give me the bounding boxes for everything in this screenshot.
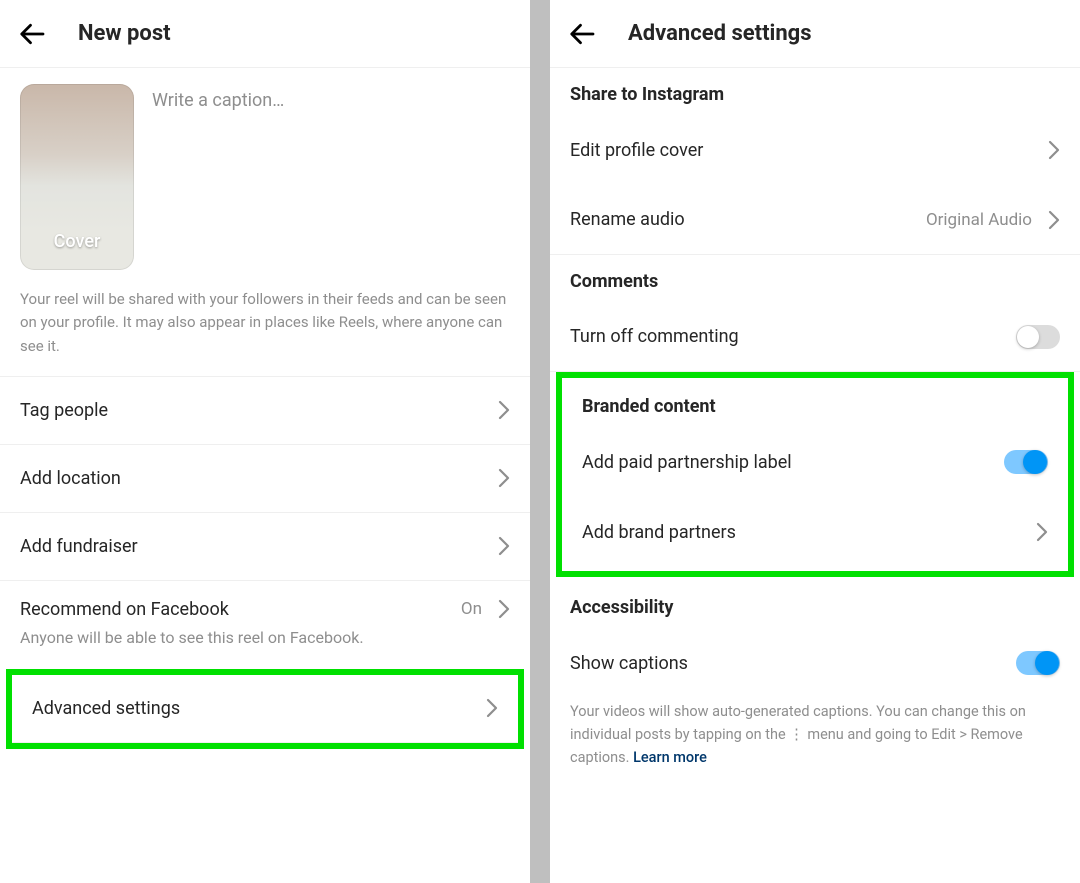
chevron-right-icon (1048, 210, 1060, 230)
chevron-right-icon (498, 536, 510, 556)
recommend-facebook-value: On (461, 599, 482, 619)
new-post-screen: New post Cover Write a caption… Your ree… (0, 0, 530, 883)
show-captions-toggle[interactable] (1016, 651, 1060, 675)
branded-content-highlight: Branded content Add paid partnership lab… (556, 372, 1074, 577)
chevron-right-icon (1048, 140, 1060, 160)
rename-audio-label: Rename audio (570, 209, 685, 230)
captions-footnote: Your videos will show auto-generated cap… (550, 698, 1080, 786)
recommend-facebook-sub: Anyone will be able to see this reel on … (0, 620, 530, 663)
rename-audio-row[interactable]: Rename audio Original Audio (550, 185, 1080, 255)
add-fundraiser-label: Add fundraiser (20, 536, 138, 557)
recommend-facebook-row[interactable]: Recommend on Facebook On (0, 580, 530, 620)
edit-profile-cover-label: Edit profile cover (570, 140, 703, 161)
paid-partnership-row[interactable]: Add paid partnership label (562, 427, 1068, 497)
right-header: Advanced settings (550, 0, 1080, 68)
section-accessibility: Accessibility (550, 577, 1080, 628)
page-title: New post (78, 21, 171, 46)
tag-people-row[interactable]: Tag people (0, 376, 530, 444)
add-location-label: Add location (20, 468, 121, 489)
add-fundraiser-row[interactable]: Add fundraiser (0, 512, 530, 580)
chevron-right-icon (498, 599, 510, 619)
advanced-settings-label: Advanced settings (32, 698, 180, 719)
chevron-right-icon (1036, 522, 1048, 542)
cover-label: Cover (20, 231, 134, 252)
page-title: Advanced settings (628, 21, 812, 46)
chevron-right-icon (498, 400, 510, 420)
paid-partnership-label: Add paid partnership label (582, 452, 792, 473)
turn-off-commenting-row[interactable]: Turn off commenting (550, 302, 1080, 372)
add-brand-partners-label: Add brand partners (582, 522, 736, 543)
advanced-settings-highlight: Advanced settings (6, 669, 524, 749)
learn-more-link[interactable]: Learn more (633, 749, 707, 766)
turn-off-commenting-toggle[interactable] (1016, 325, 1060, 349)
screenshot-divider (530, 0, 550, 883)
left-header: New post (0, 0, 530, 68)
chevron-right-icon (486, 698, 498, 718)
turn-off-commenting-label: Turn off commenting (570, 326, 739, 347)
edit-profile-cover-row[interactable]: Edit profile cover (550, 115, 1080, 185)
cover-thumbnail[interactable]: Cover (20, 84, 134, 270)
advanced-settings-screen: Advanced settings Share to Instagram Edi… (550, 0, 1080, 883)
reel-share-info: Your reel will be shared with your follo… (0, 288, 530, 376)
composer-area: Cover Write a caption… (0, 68, 530, 288)
chevron-right-icon (498, 468, 510, 488)
section-branded-content: Branded content (562, 378, 1068, 427)
section-share-instagram: Share to Instagram (550, 68, 1080, 115)
show-captions-row[interactable]: Show captions (550, 628, 1080, 698)
advanced-settings-row[interactable]: Advanced settings (12, 675, 518, 743)
tag-people-label: Tag people (20, 400, 108, 421)
rename-audio-value: Original Audio (926, 210, 1032, 230)
section-comments: Comments (550, 255, 1080, 302)
paid-partnership-toggle[interactable] (1004, 450, 1048, 474)
recommend-facebook-label: Recommend on Facebook (20, 599, 229, 620)
back-arrow-icon[interactable] (566, 17, 600, 51)
caption-input[interactable]: Write a caption… (152, 84, 284, 111)
back-arrow-icon[interactable] (16, 17, 50, 51)
add-brand-partners-row[interactable]: Add brand partners (562, 497, 1068, 567)
add-location-row[interactable]: Add location (0, 444, 530, 512)
show-captions-label: Show captions (570, 653, 688, 674)
